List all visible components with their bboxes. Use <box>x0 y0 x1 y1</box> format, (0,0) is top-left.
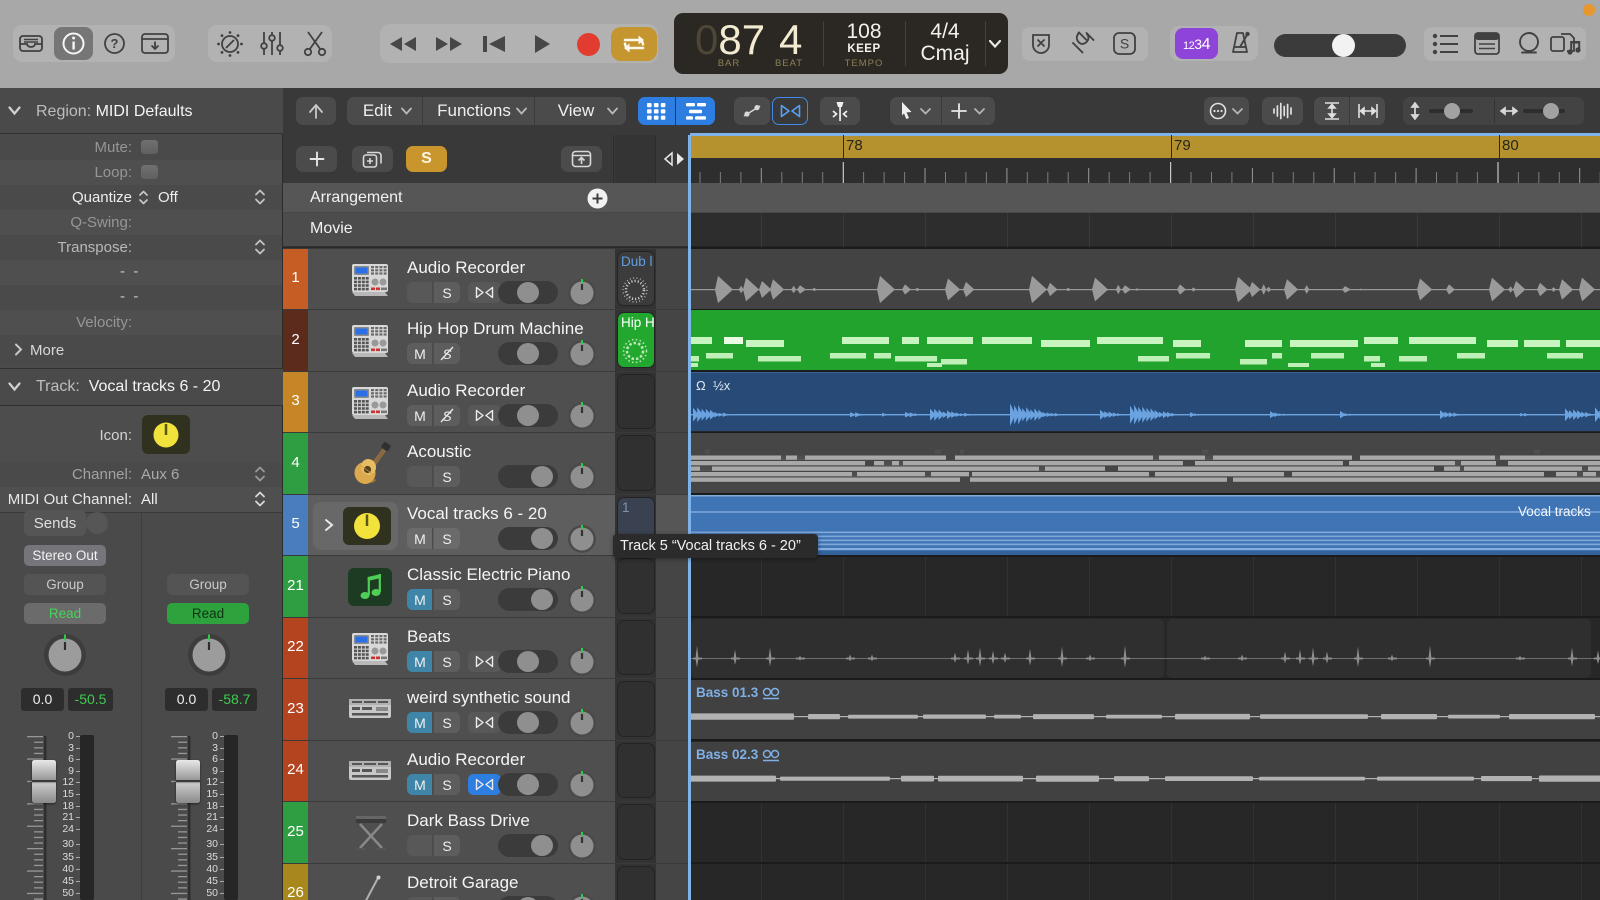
svg-text:S: S <box>1120 36 1129 52</box>
svg-text:?: ? <box>111 36 119 51</box>
